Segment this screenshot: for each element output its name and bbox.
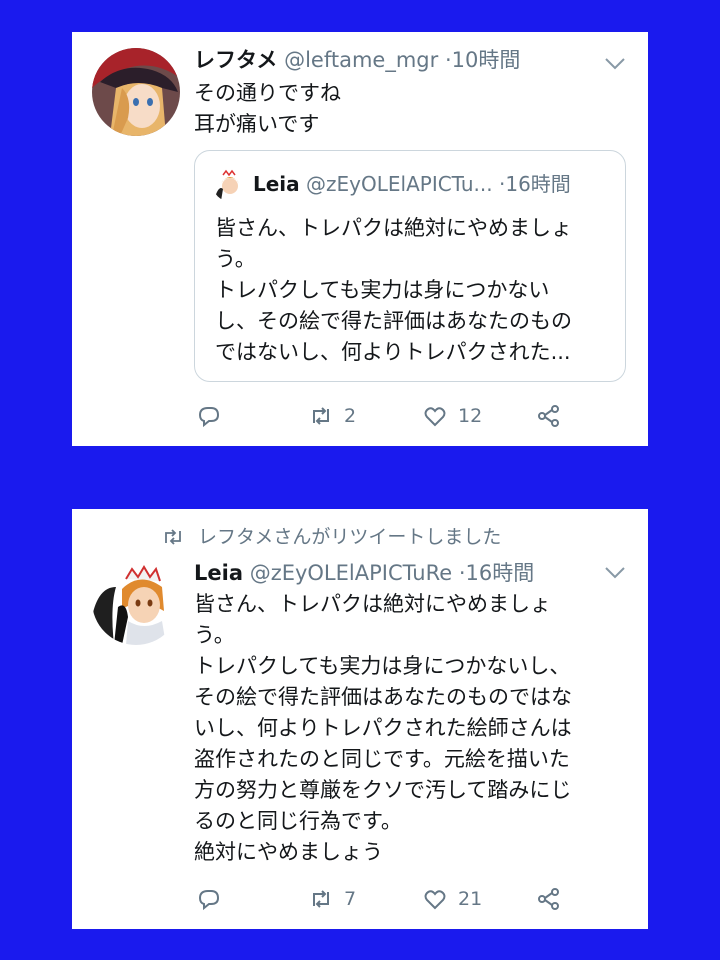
like-count: 12 <box>458 405 483 427</box>
like-button[interactable]: 21 <box>422 883 482 915</box>
retweet-notice-text: レフタメさんがリツイートしました <box>198 526 502 548</box>
retweet-count: 2 <box>344 405 357 427</box>
reply-button[interactable] <box>196 400 232 432</box>
retweet-button[interactable]: 7 <box>308 883 356 915</box>
chevron-down-icon[interactable] <box>604 56 626 70</box>
chevron-down-icon[interactable] <box>604 565 626 579</box>
display-name[interactable]: Leia <box>194 561 243 585</box>
share-button[interactable] <box>536 883 562 915</box>
share-icon <box>538 405 559 427</box>
action-bar: 2 12 <box>72 400 648 432</box>
user-handle[interactable]: @leftame_mgr <box>284 48 438 72</box>
quoted-avatar <box>213 169 245 201</box>
avatar[interactable] <box>92 557 180 645</box>
share-button[interactable] <box>536 400 562 432</box>
quoted-user-handle: @zEyOLElAPICTu... <box>306 172 493 196</box>
reply-icon <box>198 407 220 428</box>
separator-dot: · <box>444 48 452 72</box>
reply-button[interactable] <box>196 883 232 915</box>
tweet-card-2[interactable]: レフタメさんがリツイートしました Leia @zEyOLElAPICTuRe ·… <box>72 509 648 929</box>
quoted-header: Leia @zEyOLElAPICTu... ·16時間 <box>253 169 571 199</box>
retweet-button[interactable]: 2 <box>308 400 356 432</box>
quoted-timestamp: 16時間 <box>505 172 571 196</box>
retweet-icon <box>313 407 329 425</box>
action-bar: 7 21 <box>72 883 648 915</box>
tweet-text: 皆さん、トレパクは絶対にやめましょ う。 トレパクしても実力は身につかないし、 … <box>194 592 572 864</box>
retweet-icon <box>313 890 329 908</box>
display-name[interactable]: レフタメ <box>194 48 277 72</box>
retweet-notice[interactable]: レフタメさんがリツイートしました <box>162 523 501 551</box>
like-button[interactable]: 12 <box>422 400 482 432</box>
quoted-display-name: Leia <box>253 172 300 196</box>
timestamp[interactable]: 10時間 <box>452 48 521 72</box>
like-count: 21 <box>458 888 483 910</box>
reply-icon <box>198 890 220 911</box>
timestamp[interactable]: 16時間 <box>466 561 535 585</box>
tweet-card-1[interactable]: レフタメ @leftame_mgr ·10時間 その通りですね 耳が痛いです L… <box>72 32 648 446</box>
separator-dot: · <box>458 561 466 585</box>
quoted-text: 皆さん、トレパクは絶対にやめましょ う。 トレパクしても実力は身につかない し、… <box>215 216 572 364</box>
tweet-text: その通りですね 耳が痛いです <box>194 81 341 136</box>
tweet-header: レフタメ @leftame_mgr ·10時間 <box>194 46 520 74</box>
retweet-icon <box>165 529 181 545</box>
like-icon <box>424 890 446 910</box>
quoted-tweet[interactable]: Leia @zEyOLElAPICTu... ·16時間 皆さん、トレパクは絶対… <box>194 150 626 382</box>
like-icon <box>424 407 446 427</box>
share-icon <box>538 888 559 910</box>
user-handle[interactable]: @zEyOLElAPICTuRe <box>250 561 452 585</box>
retweet-count: 7 <box>344 888 357 910</box>
tweet-header: Leia @zEyOLElAPICTuRe ·16時間 <box>194 559 534 587</box>
avatar[interactable] <box>92 48 180 136</box>
